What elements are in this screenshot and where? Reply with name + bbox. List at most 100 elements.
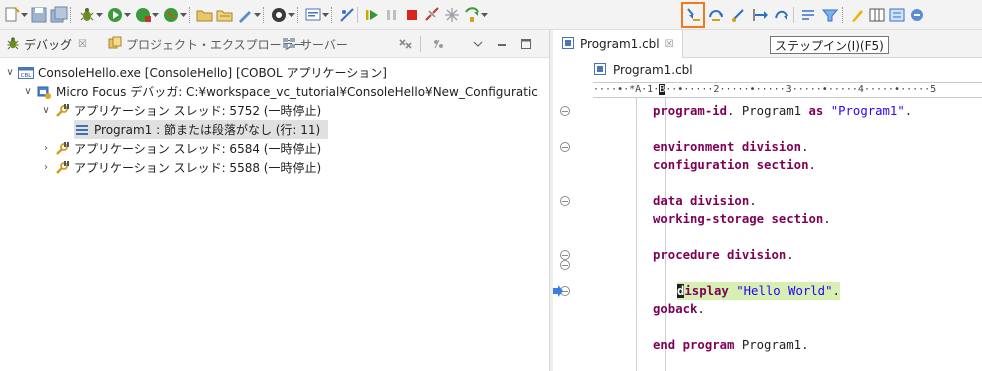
- expand-toggle-icon[interactable]: ∨: [40, 105, 52, 117]
- stack-frame-icon: [74, 122, 90, 138]
- code-line[interactable]: working-storage section.: [653, 210, 831, 228]
- debug-bug-icon: [6, 36, 20, 53]
- tab-servers-label: サーバー: [300, 37, 348, 52]
- pen-icon[interactable]: [236, 6, 254, 24]
- code-area[interactable]: program-id. Program1 as "Program1". envir…: [593, 98, 982, 371]
- tree-item-label: アプリケーション スレッド: 5752 (一時停止): [74, 104, 322, 118]
- code-line[interactable]: data division.: [653, 192, 757, 210]
- dropdown-arrow-icon[interactable]: [95, 10, 104, 20]
- step-return-icon[interactable]: [729, 6, 747, 24]
- code-line[interactable]: goback.: [653, 300, 705, 318]
- snowflake-icon[interactable]: [443, 6, 461, 24]
- code-token: .: [904, 104, 913, 118]
- step-over-icon[interactable]: [707, 6, 725, 24]
- tree-item-launch[interactable]: ∨ CBL ConsoleHello.exe [ConsoleHello] [C…: [4, 63, 387, 82]
- expand-toggle-icon[interactable]: ›: [40, 143, 52, 155]
- tree-item-thread-5752[interactable]: ∨ アプリケーション スレッド: 5752 (一時停止): [40, 101, 321, 120]
- code-line[interactable]: procedure division.: [653, 246, 794, 264]
- run-to-line-icon[interactable]: [751, 6, 769, 24]
- drop-to-frame-icon[interactable]: [773, 6, 791, 24]
- code-token: .: [801, 140, 809, 154]
- current-code-line[interactable]: display "Hello World".: [677, 282, 840, 300]
- suspended-thread-icon: [54, 160, 70, 176]
- new-wizard-icon[interactable]: [3, 6, 21, 24]
- tab-program1-cbl[interactable]: Program1.cbl ☒: [553, 30, 683, 58]
- code-line[interactable]: configuration section.: [653, 156, 816, 174]
- editor-gutter: [553, 98, 593, 371]
- dropdown-arrow-icon[interactable]: [321, 10, 330, 20]
- toolbar-grip[interactable]: [189, 7, 192, 23]
- run-config-icon[interactable]: [162, 6, 180, 24]
- toolbar-separator: [357, 7, 358, 23]
- expand-toggle-icon[interactable]: ›: [40, 162, 52, 174]
- tab-debug[interactable]: デバッグ ☒: [6, 33, 87, 55]
- fold-toggle-icon[interactable]: [560, 260, 570, 270]
- save-icon[interactable]: [30, 6, 48, 24]
- open-project-icon[interactable]: [216, 6, 234, 24]
- dropdown-arrow-icon[interactable]: [287, 10, 296, 20]
- tree-item-stack-frame[interactable]: Program1 : 節または段落がなし (行: 11): [74, 120, 329, 139]
- save-all-icon[interactable]: [50, 6, 68, 24]
- tree-item-thread-6584[interactable]: › アプリケーション スレッド: 6584 (一時停止): [40, 139, 321, 158]
- ruler-before: ····•·*A·1·: [593, 84, 660, 95]
- debug-options-icon[interactable]: [430, 36, 446, 52]
- code-line[interactable]: environment division.: [653, 138, 808, 156]
- toolbar-grip[interactable]: [297, 7, 300, 23]
- fold-toggle-icon[interactable]: [560, 106, 570, 116]
- suspend-icon[interactable]: [383, 6, 401, 24]
- resume-icon[interactable]: [363, 6, 381, 24]
- watch-icon[interactable]: [888, 6, 906, 24]
- dropdown-arrow-icon[interactable]: [480, 10, 489, 20]
- terminate-icon[interactable]: [403, 6, 421, 24]
- open-folder-icon[interactable]: [196, 6, 214, 24]
- code-line[interactable]: program-id. Program1 as "Program1".: [653, 102, 912, 120]
- cobol-editor: Program1.cbl ☒ ステップイン(I)(F5) Program1.cb…: [553, 30, 982, 371]
- disconnect-icon[interactable]: [423, 6, 441, 24]
- tab-close-icon[interactable]: ☒: [665, 39, 674, 50]
- misc-icon[interactable]: [908, 6, 926, 24]
- dropdown-arrow-icon[interactable]: [123, 10, 132, 20]
- code-token: "Hello World": [736, 284, 833, 298]
- expand-toggle-icon[interactable]: ∨: [22, 86, 34, 98]
- main-toolbar: [0, 0, 982, 30]
- external-tools-icon[interactable]: [134, 6, 152, 24]
- fold-toggle-icon[interactable]: [560, 250, 570, 260]
- cobol-file-icon: [593, 62, 607, 79]
- breadcrumb-file-label: Program1.cbl: [613, 63, 693, 77]
- columns-icon[interactable]: [868, 6, 886, 24]
- tab-project-explorer[interactable]: プロジェクト・エクスプローラー: [108, 33, 306, 55]
- toolbar-grip[interactable]: [842, 7, 845, 23]
- editor-breadcrumb[interactable]: Program1.cbl: [553, 58, 982, 82]
- ruler-after: ··•·····2·····•·····3·····•·····4·····•·…: [665, 84, 937, 95]
- debug-icon[interactable]: [78, 6, 96, 24]
- tab-close-icon[interactable]: ☒: [78, 39, 87, 50]
- maximize-icon[interactable]: [518, 36, 534, 52]
- animate-icon[interactable]: [270, 6, 288, 24]
- step-into-icon-a[interactable]: [463, 6, 481, 24]
- dropdown-arrow-icon[interactable]: [151, 10, 160, 20]
- dropdown-arrow-icon[interactable]: [253, 10, 262, 20]
- skip-breakpoints-icon[interactable]: [338, 6, 356, 24]
- fold-toggle-icon[interactable]: [560, 196, 570, 206]
- code-line[interactable]: end program Program1.: [653, 336, 808, 354]
- tree-item-debugger[interactable]: ∨ Micro Focus デバッガ: C:¥workspace_vc_tuto…: [22, 82, 538, 101]
- use-step-filters-icon[interactable]: [799, 6, 817, 24]
- remove-all-terminated-icon[interactable]: [398, 36, 414, 52]
- view-menu-icon[interactable]: [470, 36, 486, 52]
- highlight-icon[interactable]: [848, 6, 866, 24]
- dropdown-arrow-icon[interactable]: [20, 10, 29, 20]
- step-filters-icon[interactable]: [821, 6, 839, 24]
- toolbar-grip[interactable]: [331, 7, 334, 23]
- run-icon[interactable]: [106, 6, 124, 24]
- fold-toggle-icon[interactable]: [560, 142, 570, 152]
- tree-item-thread-5588[interactable]: › アプリケーション スレッド: 5588 (一時停止): [40, 158, 321, 177]
- toolbar-grip[interactable]: [70, 7, 73, 23]
- expand-toggle-icon[interactable]: ∨: [4, 67, 16, 79]
- dropdown-arrow-icon[interactable]: [179, 10, 188, 20]
- toolbar-grip[interactable]: [263, 7, 266, 23]
- console-icon[interactable]: [304, 6, 322, 24]
- minimize-icon[interactable]: [494, 36, 510, 52]
- code-token: goback: [653, 302, 698, 316]
- tab-servers[interactable]: サーバー: [282, 33, 348, 55]
